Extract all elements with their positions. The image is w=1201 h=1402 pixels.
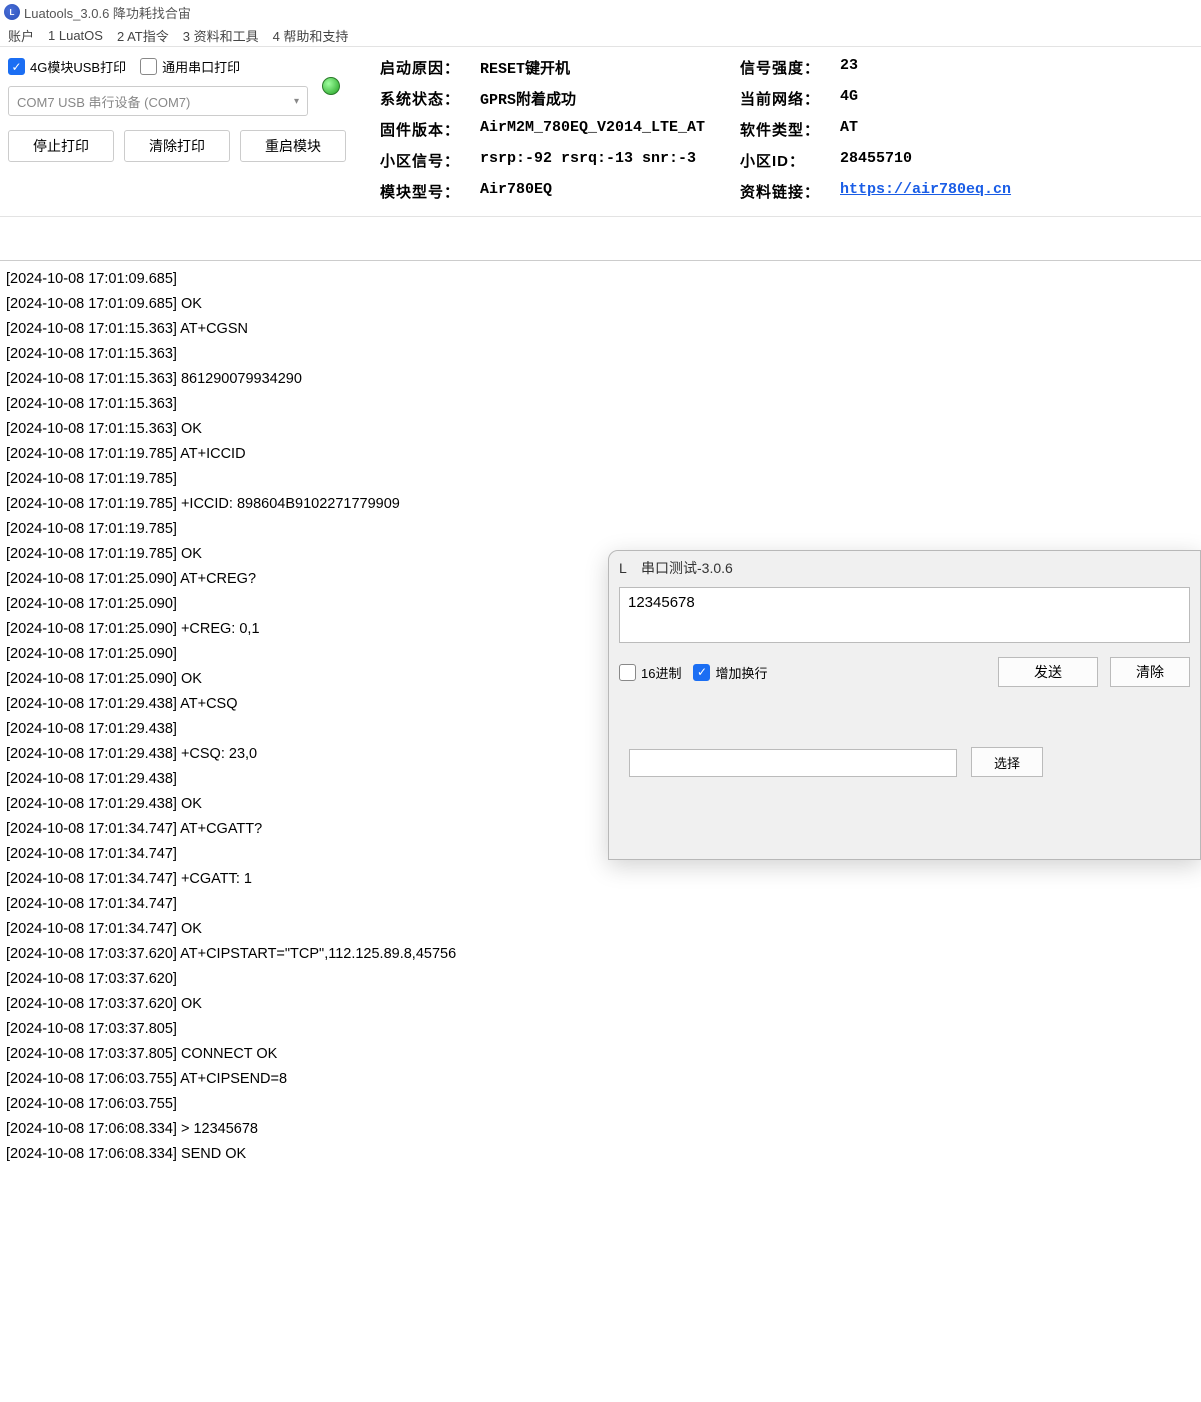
send-button[interactable]: 发送 — [998, 657, 1098, 687]
log-line: [2024-10-08 17:01:19.785] — [6, 467, 1195, 492]
log-line: [2024-10-08 17:01:34.747] +CGATT: 1 — [6, 867, 1195, 892]
signal-strength-value: 23 — [840, 57, 1193, 78]
log-line: [2024-10-08 17:06:03.755] AT+CIPSEND=8 — [6, 1067, 1195, 1092]
boot-reason-label: 启动原因： — [380, 57, 470, 78]
hex-checkbox[interactable]: 16进制 — [619, 663, 681, 682]
doc-link-label: 资料链接： — [740, 181, 830, 202]
log-line: [2024-10-08 17:03:37.805] CONNECT OK — [6, 1042, 1195, 1067]
dialog-title-bar[interactable]: L 串口测试-3.0.6 — [609, 551, 1200, 585]
port-select[interactable]: COM7 USB 串行设备 (COM7) ▾ — [8, 86, 308, 116]
network-label: 当前网络： — [740, 88, 830, 109]
log-line: [2024-10-08 17:03:37.805] — [6, 1017, 1195, 1042]
window-title: Luatools_3.0.6 降功耗找合宙 — [24, 3, 191, 22]
checkbox-unchecked-icon — [140, 58, 157, 75]
menu-account[interactable]: 账户 — [8, 26, 34, 45]
cell-id-value: 28455710 — [840, 150, 1193, 171]
log-line: [2024-10-08 17:01:09.685] — [6, 267, 1195, 292]
newline-checkbox[interactable]: 增加换行 — [693, 663, 767, 682]
log-line: [2024-10-08 17:01:09.685] OK — [6, 292, 1195, 317]
serial-print-label: 通用串口打印 — [162, 57, 240, 76]
status-grid: 启动原因： RESET键开机 信号强度： 23 系统状态： GPRS附着成功 当… — [368, 57, 1193, 202]
menu-bar: 账户 1 LuatOS 2 AT指令 3 资料和工具 4 帮助和支持 — [0, 24, 1201, 46]
system-state-value: GPRS附着成功 — [480, 88, 730, 109]
log-line: [2024-10-08 17:03:37.620] AT+CIPSTART="T… — [6, 942, 1195, 967]
menu-luatos[interactable]: 1 LuatOS — [48, 28, 103, 43]
serial-print-checkbox[interactable]: 通用串口打印 — [140, 57, 240, 76]
log-line: [2024-10-08 17:01:15.363] AT+CGSN — [6, 317, 1195, 342]
status-led-icon — [322, 77, 340, 95]
log-line: [2024-10-08 17:03:37.620] — [6, 967, 1195, 992]
log-line: [2024-10-08 17:01:15.363] 86129007993429… — [6, 367, 1195, 392]
cell-id-label: 小区ID： — [740, 150, 830, 171]
signal-strength-label: 信号强度： — [740, 57, 830, 78]
firmware-label: 固件版本： — [380, 119, 470, 140]
cell-signal-label: 小区信号： — [380, 150, 470, 171]
system-state-label: 系统状态： — [380, 88, 470, 109]
left-controls: 4G模块USB打印 通用串口打印 COM7 USB 串行设备 (COM7) ▾ … — [8, 57, 368, 162]
menu-at[interactable]: 2 AT指令 — [117, 26, 169, 45]
log-line: [2024-10-08 17:06:08.334] SEND OK — [6, 1142, 1195, 1167]
select-button[interactable]: 选择 — [971, 747, 1043, 777]
log-line: [2024-10-08 17:01:19.785] — [6, 517, 1195, 542]
restart-module-button[interactable]: 重启模块 — [240, 130, 346, 162]
log-line: [2024-10-08 17:01:15.363] OK — [6, 417, 1195, 442]
usb-print-label: 4G模块USB打印 — [30, 57, 126, 76]
send-input-value: 12345678 — [628, 594, 695, 611]
serial-test-dialog: L 串口测试-3.0.6 12345678 16进制 增加换行 发送 清除 选择 — [608, 550, 1201, 860]
log-line: [2024-10-08 17:01:19.785] AT+ICCID — [6, 442, 1195, 467]
usb-print-checkbox[interactable]: 4G模块USB打印 — [8, 57, 126, 76]
log-line: [2024-10-08 17:06:08.334] > 12345678 — [6, 1117, 1195, 1142]
top-panel: 4G模块USB打印 通用串口打印 COM7 USB 串行设备 (COM7) ▾ … — [0, 46, 1201, 217]
app-icon: L — [619, 560, 635, 576]
menu-tools[interactable]: 3 资料和工具 — [183, 26, 259, 45]
clear-button[interactable]: 清除 — [1110, 657, 1190, 687]
menu-help[interactable]: 4 帮助和支持 — [273, 26, 349, 45]
firmware-value: AirM2M_780EQ_V2014_LTE_AT — [480, 119, 730, 140]
window-title-bar: L Luatools_3.0.6 降功耗找合宙 — [0, 0, 1201, 24]
software-type-label: 软件类型： — [740, 119, 830, 140]
stop-print-button[interactable]: 停止打印 — [8, 130, 114, 162]
send-input[interactable]: 12345678 — [619, 587, 1190, 643]
log-line: [2024-10-08 17:01:19.785] +ICCID: 898604… — [6, 492, 1195, 517]
log-line: [2024-10-08 17:01:15.363] — [6, 342, 1195, 367]
log-line: [2024-10-08 17:01:15.363] — [6, 392, 1195, 417]
dialog-title: 串口测试-3.0.6 — [641, 558, 733, 578]
port-select-value: COM7 USB 串行设备 (COM7) — [17, 92, 190, 111]
log-line: [2024-10-08 17:01:34.747] OK — [6, 917, 1195, 942]
checkbox-unchecked-icon — [619, 664, 636, 681]
doc-link[interactable]: https://air780eq.cn — [840, 181, 1011, 198]
hex-label: 16进制 — [641, 663, 681, 682]
log-line: [2024-10-08 17:06:03.755] — [6, 1092, 1195, 1117]
clear-print-button[interactable]: 清除打印 — [124, 130, 230, 162]
module-model-label: 模块型号： — [380, 181, 470, 202]
chevron-down-icon: ▾ — [294, 96, 299, 107]
log-line: [2024-10-08 17:01:34.747] — [6, 892, 1195, 917]
cell-signal-value: rsrp:-92 rsrq:-13 snr:-3 — [480, 150, 730, 171]
software-type-value: AT — [840, 119, 1193, 140]
file-select[interactable] — [629, 749, 957, 777]
app-icon: L — [4, 4, 20, 20]
checkbox-checked-icon — [8, 58, 25, 75]
checkbox-checked-icon — [693, 664, 710, 681]
boot-reason-value: RESET键开机 — [480, 57, 730, 78]
log-line: [2024-10-08 17:03:37.620] OK — [6, 992, 1195, 1017]
network-value: 4G — [840, 88, 1193, 109]
module-model-value: Air780EQ — [480, 181, 730, 202]
newline-label: 增加换行 — [715, 663, 767, 682]
